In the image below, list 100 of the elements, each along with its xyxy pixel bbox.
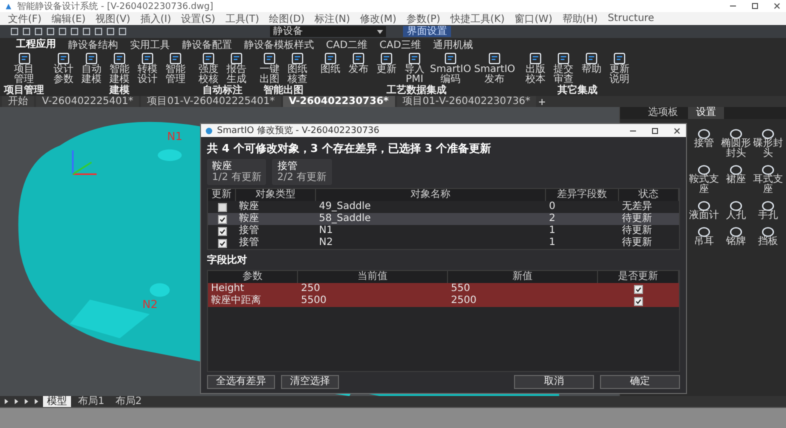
table-cell-text: 49_Saddle <box>318 201 372 213</box>
document-icon <box>613 52 626 65</box>
caret-icon <box>377 30 383 34</box>
update-checkbox[interactable] <box>218 226 226 236</box>
ribbon-group-label: 智能出图 <box>264 85 304 96</box>
document-tab[interactable]: V-260402225401* <box>36 96 140 107</box>
update-checkbox[interactable] <box>218 202 226 212</box>
palette-item[interactable]: 人孔 <box>720 201 752 221</box>
document-icon <box>352 52 365 65</box>
ellipse-icon <box>730 227 742 237</box>
update-checkbox[interactable] <box>218 238 226 248</box>
menu-item[interactable]: 标注(N) <box>314 12 350 26</box>
ribbon-tab[interactable]: 静设备结构 <box>68 38 118 52</box>
ribbon-tab[interactable]: 静设备配置 <box>182 38 232 52</box>
ribbon-tab[interactable]: CAD三维 <box>380 38 422 52</box>
dialog-button[interactable]: 确定 <box>600 375 680 389</box>
ribbon-button[interactable]: 智能建模 <box>106 52 133 85</box>
dialog-button[interactable]: 取消 <box>514 375 594 389</box>
close-icon[interactable] <box>672 126 682 136</box>
palette-item[interactable]: 吊耳 <box>688 227 720 247</box>
palette-item[interactable]: 液面计 <box>688 201 720 221</box>
menu-item[interactable]: 工具(T) <box>225 12 260 26</box>
layout-tab[interactable]: 模型 <box>43 396 71 407</box>
column-header: 对象名称 <box>316 189 546 201</box>
ribbon-button[interactable]: 项目管理 <box>10 52 38 85</box>
menu-item[interactable]: 修改(M) <box>360 12 396 26</box>
update-checkbox[interactable] <box>218 214 226 224</box>
document-icon <box>585 52 598 65</box>
ribbon-button[interactable]: 更新 <box>373 52 400 85</box>
update-checkbox[interactable] <box>634 284 643 294</box>
palette-item[interactable]: 裙座 <box>720 165 752 195</box>
document-tab[interactable]: 项目01-V-260402225401* <box>141 96 281 107</box>
ribbon-button[interactable]: 报告生成 <box>223 52 250 85</box>
document-tab[interactable]: V-260402230736* <box>282 96 395 107</box>
dialog-button[interactable]: 全选有差异 <box>207 375 275 389</box>
palette-tab[interactable]: 设置 <box>688 107 724 119</box>
palette-item[interactable]: 挡板 <box>752 227 784 247</box>
ribbon-button[interactable]: 自动建模 <box>78 52 105 85</box>
menu-item[interactable]: 帮助(H) <box>562 12 598 26</box>
ribbon-button[interactable]: SmartIO发布 <box>473 52 516 85</box>
document-icon <box>291 52 304 65</box>
ribbon-button[interactable]: 出版校本 <box>522 52 550 85</box>
maximize-icon[interactable] <box>750 1 760 11</box>
ellipse-icon <box>698 201 710 211</box>
ribbon-button[interactable]: 图纸核查 <box>284 52 311 85</box>
maximize-icon[interactable] <box>650 126 660 136</box>
section-title: 字段比对 <box>207 253 248 267</box>
palette-item[interactable]: 鞍式支座 <box>688 165 720 195</box>
document-icon <box>444 52 458 65</box>
ribbon-button[interactable]: 导入PMI <box>401 52 428 85</box>
ribbon-tab[interactable]: 通用机械 <box>433 38 474 52</box>
ribbon-tab[interactable]: 实用工具 <box>130 38 170 52</box>
ribbon-button[interactable]: 发布 <box>345 52 372 85</box>
menu-item[interactable]: 文件(F) <box>8 12 42 26</box>
ribbon-button[interactable]: 一键出图 <box>256 52 283 85</box>
document-tab[interactable]: 开始 <box>2 96 34 107</box>
ellipse-icon <box>762 227 774 237</box>
dialog-button[interactable]: 清空选择 <box>281 375 339 389</box>
ribbon-button[interactable]: 转模设计 <box>134 52 161 85</box>
menu-item[interactable]: 设置(S) <box>181 12 216 26</box>
ribbon-button[interactable]: 提交审查 <box>550 52 578 85</box>
ribbon-button[interactable]: 帮助 <box>578 52 606 85</box>
document-icon <box>230 52 243 65</box>
menu-item[interactable]: 绘图(D) <box>269 12 305 26</box>
document-tab[interactable]: 项目01-V-260402230736* <box>396 96 536 107</box>
menu-item[interactable]: 插入(I) <box>140 12 172 26</box>
table-cell-text: 接管 <box>238 237 260 249</box>
table-cell-text: 2500 <box>450 295 478 307</box>
close-icon[interactable] <box>772 1 782 11</box>
ribbon-tab[interactable]: CAD二维 <box>326 38 368 52</box>
menu-item[interactable]: 视图(V) <box>96 12 130 26</box>
ribbon-button[interactable]: SmartIO编码 <box>429 52 472 85</box>
interface-settings-button[interactable]: 界面设置 <box>403 26 451 37</box>
palette-item[interactable]: 耳式支座 <box>752 165 784 195</box>
palette-item[interactable]: 手孔 <box>752 201 784 221</box>
ribbon-button[interactable]: 设计参数 <box>50 52 77 85</box>
menu-item[interactable]: Structure <box>608 13 654 24</box>
ellipse-icon <box>730 129 742 139</box>
palette-item[interactable]: 接管 <box>688 129 720 159</box>
ribbon-button[interactable]: 更新说明 <box>606 52 634 85</box>
add-tab-icon[interactable] <box>538 98 546 106</box>
ribbon-button[interactable]: 强度校核 <box>195 52 222 85</box>
layout-tab[interactable]: 布局2 <box>111 396 146 407</box>
ribbon-button[interactable]: 图纸 <box>317 52 344 85</box>
palette-tab[interactable]: 选项板 <box>640 107 686 119</box>
palette-item[interactable]: 椭圆形封头 <box>720 129 752 159</box>
palette-item[interactable]: 铭牌 <box>720 227 752 247</box>
workspace-dropdown[interactable]: 静设备 <box>270 26 386 37</box>
ribbon-tab[interactable]: 静设备模板样式 <box>244 38 314 52</box>
menu-item[interactable]: 快捷工具(K) <box>450 12 505 26</box>
menu-item[interactable]: 参数(P) <box>406 12 440 26</box>
document-icon <box>113 52 126 65</box>
document-icon <box>408 52 421 65</box>
menu-item[interactable]: 编辑(E) <box>52 12 86 26</box>
palette-item[interactable]: 碟形封头 <box>752 129 784 159</box>
table-cell-text: Height <box>210 283 246 295</box>
menu-item[interactable]: 窗口(W) <box>514 12 552 26</box>
update-checkbox[interactable] <box>634 296 643 306</box>
layout-tab[interactable]: 布局1 <box>74 396 108 407</box>
ribbon-button[interactable]: 智能管理 <box>162 52 189 85</box>
